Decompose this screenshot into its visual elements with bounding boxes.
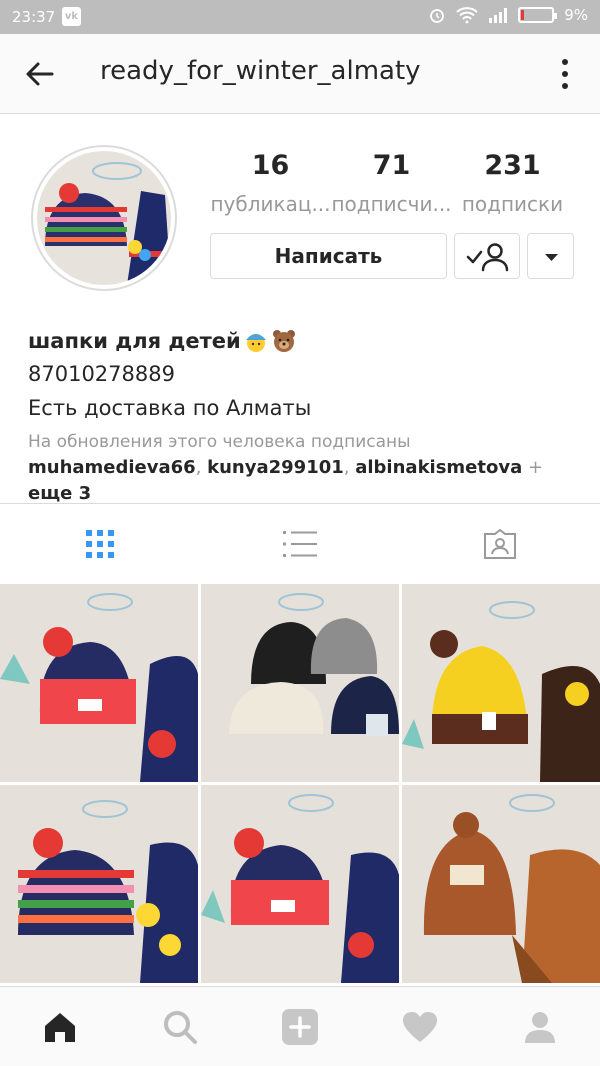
stat-label: публикац... — [210, 192, 331, 216]
add-icon — [282, 1008, 318, 1045]
battery-icon — [518, 7, 558, 23]
tab-list[interactable] — [200, 504, 400, 584]
profile-username: ready_for_winter_almaty — [100, 56, 421, 86]
tab-grid[interactable] — [0, 504, 200, 584]
status-bar: 23:37 vk 9% — [0, 0, 600, 34]
nav-add[interactable] — [240, 987, 360, 1066]
stat-value: 16 — [251, 150, 290, 181]
photo-thumbnail[interactable] — [201, 785, 399, 983]
vk-icon: vk — [62, 7, 81, 26]
following-stat[interactable]: 231 подписки — [452, 150, 573, 216]
photo-thumbnail[interactable] — [0, 785, 198, 983]
app-header: ready_for_winter_almaty — [0, 34, 600, 114]
followers-stat[interactable]: 71 подписчи... — [331, 150, 452, 216]
photo-grid — [0, 584, 600, 984]
triangle-down-icon — [545, 254, 558, 261]
heart-icon — [403, 1011, 437, 1042]
profile-bio: шапки для детей 87010278889 Есть доставк… — [28, 325, 578, 504]
posts-stat[interactable]: 16 публикац... — [210, 150, 331, 216]
message-button[interactable]: Написать — [210, 233, 447, 279]
follower-link[interactable]: kunya299101 — [207, 457, 344, 478]
photo-thumbnail[interactable] — [201, 584, 399, 782]
search-icon — [164, 1010, 197, 1044]
tagged-icon — [484, 529, 516, 559]
suggestions-dropdown-button[interactable] — [527, 233, 574, 279]
list-icon — [283, 531, 317, 557]
stat-label: подписки — [461, 192, 564, 216]
photo-thumbnail[interactable] — [0, 584, 198, 782]
home-icon — [45, 1012, 75, 1042]
profile-icon — [525, 1011, 555, 1043]
more-followers-link[interactable]: еще 3 — [28, 483, 91, 504]
avatar[interactable] — [31, 145, 177, 291]
bio-phone[interactable]: 87010278889 — [28, 357, 578, 391]
tab-tagged[interactable] — [400, 504, 600, 584]
bear-emoji-icon — [272, 330, 295, 352]
status-time: 23:37 — [12, 8, 56, 26]
follower-link[interactable]: muhamedieva66 — [28, 457, 196, 478]
nav-search[interactable] — [120, 987, 240, 1066]
followed-by-label: На обновления этого человека подписаны — [28, 432, 411, 452]
bottom-navigation — [0, 986, 600, 1066]
profile-tabs — [0, 504, 600, 584]
signal-icon — [489, 8, 508, 23]
nav-activity[interactable] — [360, 987, 480, 1066]
alarm-icon — [430, 9, 445, 23]
stat-value: 71 — [372, 150, 411, 181]
nav-home[interactable] — [0, 987, 120, 1066]
battery-percent: 9% — [564, 6, 588, 24]
boy-hat-emoji-icon — [245, 334, 266, 352]
back-arrow-icon[interactable] — [22, 56, 58, 92]
wifi-icon — [456, 7, 478, 24]
following-button[interactable] — [454, 233, 520, 279]
following-check-icon — [466, 243, 509, 272]
profile-stats: 16 публикац... 71 подписчи... 231 подпис… — [210, 150, 574, 216]
photo-thumbnail[interactable] — [402, 785, 600, 983]
grid-icon — [86, 530, 114, 558]
profile-full-name: шапки для детей — [28, 329, 241, 353]
bio-delivery: Есть доставка по Алматы — [28, 396, 312, 420]
nav-profile[interactable] — [480, 987, 600, 1066]
followed-by-list: muhamedieva66, kunya299101, albinakismet… — [28, 457, 544, 504]
more-options-icon[interactable] — [560, 56, 570, 92]
follower-link[interactable]: albinakismetova — [355, 457, 522, 478]
stat-value: 231 — [484, 150, 541, 181]
photo-thumbnail[interactable] — [402, 584, 600, 782]
stat-label: подписчи... — [331, 192, 452, 216]
